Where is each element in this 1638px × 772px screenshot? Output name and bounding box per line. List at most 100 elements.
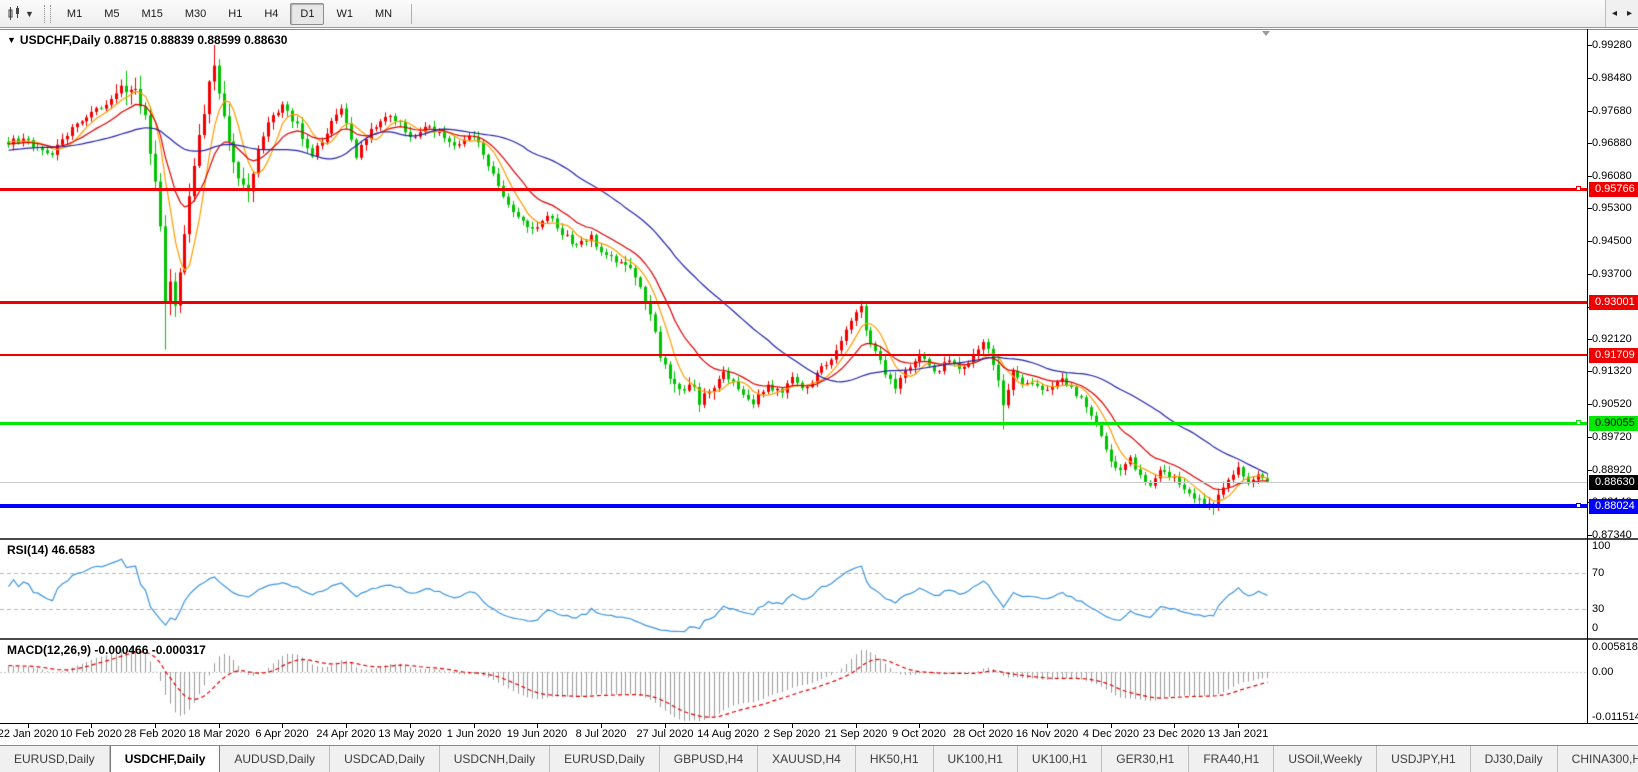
chart-tab-eurusd-daily[interactable]: EURUSD,Daily — [550, 746, 660, 772]
date-axis-label: 16 Nov 2020 — [1016, 728, 1078, 740]
timeframe-button-h1[interactable]: H1 — [218, 3, 252, 25]
timeframe-buttons: M1M5M15M30H1H4D1W1MN — [56, 3, 403, 25]
date-axis-label: 28 Feb 2020 — [124, 728, 186, 740]
chart-tab-usdcad-daily[interactable]: USDCAD,Daily — [330, 746, 440, 772]
chart-tab-xauusd-h4[interactable]: XAUUSD,H4 — [758, 746, 856, 772]
rsi-axis-label: 100 — [1592, 540, 1610, 552]
candlestick-chart-icon — [7, 6, 23, 21]
chart-tab-gbpusd-h4[interactable]: GBPUSD,H4 — [660, 746, 758, 772]
chart-tab-china300-h1[interactable]: CHINA300,H1 — [1558, 746, 1638, 772]
toolbar-grip[interactable] — [44, 5, 51, 23]
symbol-dropdown-icon: ▼ — [7, 35, 16, 45]
timeframe-button-mn[interactable]: MN — [365, 3, 402, 25]
rsi-axis-label: 70 — [1592, 567, 1604, 579]
chart-tab-eurusd-daily[interactable]: EURUSD,Daily — [0, 746, 110, 772]
price-axis-line — [1587, 29, 1588, 724]
price-level-badge-0.95766: 0.95766 — [1589, 182, 1638, 197]
macd-indicator-label: MACD(12,26,9) -0.000466 -0.000317 — [7, 643, 206, 657]
chart-tab-fra40-h1[interactable]: FRA40,H1 — [1189, 746, 1274, 772]
date-axis-label: 4 Dec 2020 — [1083, 728, 1139, 740]
rsi-pane-divider[interactable] — [0, 538, 1638, 540]
date-axis-label: 28 Oct 2020 — [953, 728, 1013, 740]
timeframe-button-m5[interactable]: M5 — [94, 3, 129, 25]
date-axis-label: 9 Oct 2020 — [892, 728, 946, 740]
chart-tab-uk100-h1[interactable]: UK100,H1 — [1018, 746, 1102, 772]
timeframe-button-m30[interactable]: M30 — [175, 3, 216, 25]
horizontal-level-line-0.91709[interactable] — [0, 354, 1587, 356]
horizontal-level-line-0.95766[interactable] — [0, 188, 1587, 191]
chart-tab-usoil-weekly[interactable]: USOil,Weekly — [1274, 746, 1377, 772]
line-handle[interactable] — [1576, 503, 1581, 508]
rsi-axis-label: 0 — [1592, 622, 1598, 634]
price-axis-label: 0.99280 — [1592, 39, 1632, 51]
date-axis-label: 13 Jan 2021 — [1208, 728, 1269, 740]
chart-type-button[interactable]: ▼ — [3, 4, 38, 23]
timeframe-toolbar: ▼ M1M5M15M30H1H4D1W1MN — [0, 0, 1638, 28]
chart-tab-uk100-h1[interactable]: UK100,H1 — [934, 746, 1018, 772]
tab-scroll-right-icon[interactable]: ▸ — [1627, 8, 1632, 19]
price-level-badge-0.88024: 0.88024 — [1589, 499, 1638, 514]
chart-title: ▼ USDCHF,Daily 0.88715 0.88839 0.88599 0.… — [7, 33, 287, 47]
timeframe-button-w1[interactable]: W1 — [326, 3, 363, 25]
horizontal-level-line-0.88024[interactable] — [0, 504, 1587, 508]
chart-symbol: USDCHF,Daily — [20, 33, 101, 47]
timeframe-button-h4[interactable]: H4 — [254, 3, 288, 25]
date-axis-label: 13 May 2020 — [378, 728, 442, 740]
line-handle[interactable] — [1576, 186, 1581, 191]
chart-tab-usdcnh-daily[interactable]: USDCNH,Daily — [440, 746, 550, 772]
chart-tab-usdchf-daily[interactable]: USDCHF,Daily — [110, 745, 221, 772]
date-axis-label: 8 Jul 2020 — [576, 728, 627, 740]
price-chart-canvas[interactable] — [0, 0, 1638, 772]
price-axis-label: 0.96080 — [1592, 170, 1632, 182]
date-axis-label: 6 Apr 2020 — [255, 728, 308, 740]
date-axis-label: 24 Apr 2020 — [316, 728, 375, 740]
current-price-badge: 0.88630 — [1589, 475, 1638, 490]
rsi-axis-label: 30 — [1592, 603, 1604, 615]
timeframe-button-d1[interactable]: D1 — [290, 3, 324, 25]
macd-pane-divider[interactable] — [0, 638, 1638, 640]
price-axis-label: 0.96880 — [1592, 137, 1632, 149]
date-axis-line — [0, 723, 1638, 724]
date-axis-label: 22 Jan 2020 — [0, 728, 58, 740]
price-axis-label: 0.94500 — [1592, 235, 1632, 247]
chart-top-border — [0, 29, 1638, 30]
chart-tab-usdjpy-h1[interactable]: USDJPY,H1 — [1377, 746, 1470, 772]
chart-tab-hk50-h1[interactable]: HK50,H1 — [856, 746, 934, 772]
price-axis-label: 0.92120 — [1592, 333, 1632, 345]
horizontal-level-line-0.90055[interactable] — [0, 422, 1587, 425]
price-axis-label: 0.89720 — [1592, 431, 1632, 443]
price-level-badge-0.91709: 0.91709 — [1589, 348, 1638, 363]
macd-axis-label: -0.011514 — [1592, 711, 1638, 723]
chart-tab-audusd-daily[interactable]: AUDUSD,Daily — [220, 746, 330, 772]
application-window: ▼ M1M5M15M30H1H4D1W1MN ▼ USDCHF,Daily 0.8… — [0, 0, 1638, 772]
date-axis-label: 14 Aug 2020 — [697, 728, 759, 740]
price-level-badge-0.93001: 0.93001 — [1589, 295, 1638, 310]
price-level-badge-0.90055: 0.90055 — [1589, 416, 1638, 431]
chart-ohlc: 0.88715 0.88839 0.88599 0.88630 — [104, 33, 288, 47]
chart-shift-marker[interactable] — [1262, 31, 1270, 36]
tab-scroll-arrows: ◂ ▸ — [1605, 0, 1638, 27]
price-axis-label: 0.97680 — [1592, 105, 1632, 117]
chart-tab-dj30-daily[interactable]: DJ30,Daily — [1471, 746, 1558, 772]
line-handle[interactable] — [1576, 420, 1581, 425]
tab-scroll-left-icon[interactable]: ◂ — [1612, 8, 1617, 19]
date-axis-label: 21 Sep 2020 — [825, 728, 887, 740]
macd-axis-label: 0.00 — [1592, 666, 1613, 678]
timeframe-button-m1[interactable]: M1 — [57, 3, 92, 25]
price-axis-label: 0.93700 — [1592, 268, 1632, 280]
current-price-line — [0, 482, 1587, 483]
date-axis-label: 27 Jul 2020 — [637, 728, 694, 740]
chevron-down-icon: ▼ — [25, 9, 34, 19]
chart-tabs-bar: EURUSD,DailyUSDCHF,DailyAUDUSD,DailyUSDC… — [0, 745, 1638, 772]
date-axis-label: 10 Feb 2020 — [60, 728, 122, 740]
date-axis-label: 19 Jun 2020 — [507, 728, 568, 740]
chart-tab-ger30-h1[interactable]: GER30,H1 — [1102, 746, 1189, 772]
price-axis-label: 0.90520 — [1592, 398, 1632, 410]
date-axis-label: 2 Sep 2020 — [764, 728, 820, 740]
price-axis-label: 0.91320 — [1592, 365, 1632, 377]
horizontal-level-line-0.93001[interactable] — [0, 301, 1587, 304]
date-axis-label: 18 Mar 2020 — [188, 728, 250, 740]
price-axis-label: 0.98480 — [1592, 72, 1632, 84]
macd-axis-label: 0.005818 — [1592, 641, 1638, 653]
timeframe-button-m15[interactable]: M15 — [131, 3, 172, 25]
